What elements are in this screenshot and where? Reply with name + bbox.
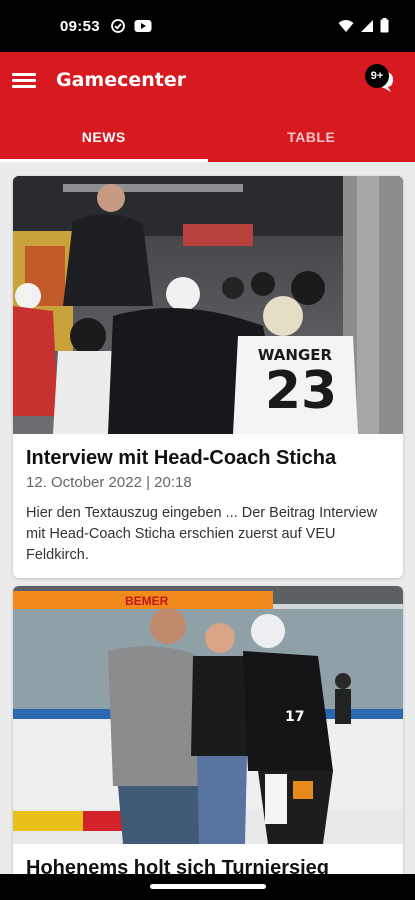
hamburger-icon	[12, 73, 36, 76]
article-image: BEMER 17	[13, 586, 403, 844]
menu-button[interactable]	[12, 70, 36, 94]
status-time: 09:53	[60, 17, 100, 35]
chat-button[interactable]: 9+	[365, 64, 397, 96]
article-excerpt: Hier den Textauszug eingeben ... Der Bei…	[26, 505, 378, 563]
board-text: BEMER	[125, 594, 169, 608]
check-circle-icon	[110, 19, 125, 33]
jersey-number: 23	[265, 361, 337, 421]
notification-badge: 9+	[365, 64, 389, 88]
youtube-icon	[134, 20, 152, 32]
tab-table[interactable]: TABLE	[208, 112, 415, 162]
tab-news[interactable]: NEWS	[0, 112, 208, 162]
news-card[interactable]: WANGER 23 Interview mit Head-Coach Stich…	[13, 176, 403, 578]
player-number: 17	[285, 709, 304, 725]
page-title: Gamecenter	[56, 69, 187, 91]
article-date: 12. October 2022 | 20:18	[26, 474, 192, 491]
news-list[interactable]: WANGER 23 Interview mit Head-Coach Stich…	[0, 162, 415, 874]
wifi-icon	[338, 19, 354, 32]
app-bar: Gamecenter 9+ NEWS TABLE	[0, 52, 415, 162]
news-card[interactable]: BEMER 17 Hohenems holt sich Turniersieg	[13, 586, 403, 874]
home-gesture-handle[interactable]	[150, 884, 266, 889]
article-title: Hohenems holt sich Turniersieg	[26, 857, 330, 874]
article-title: Interview mit Head-Coach Sticha	[26, 447, 337, 469]
article-image: WANGER 23	[13, 176, 403, 434]
system-nav-bar	[0, 874, 415, 900]
battery-icon	[380, 18, 389, 33]
toolbar: Gamecenter 9+	[0, 52, 415, 112]
status-bar: 09:53	[0, 0, 415, 52]
tab-bar: NEWS TABLE	[0, 112, 415, 162]
cell-signal-icon	[361, 19, 373, 32]
